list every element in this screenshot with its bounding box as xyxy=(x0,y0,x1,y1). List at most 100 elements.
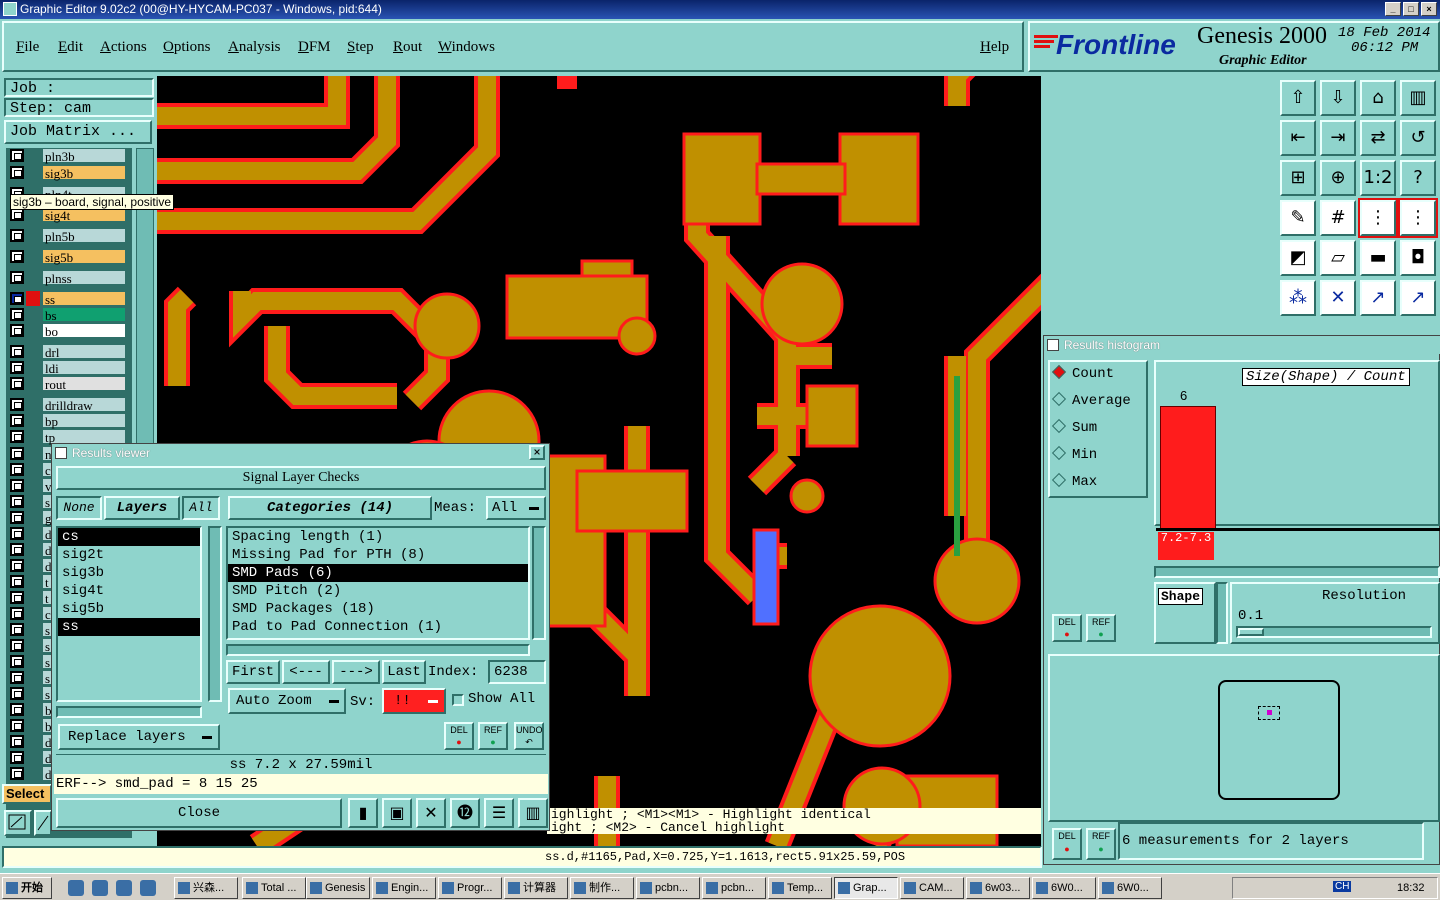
layer-row[interactable]: plnss xyxy=(8,270,126,286)
pan-tool-button[interactable] xyxy=(34,810,52,836)
category-list[interactable]: Spacing length (1) Missing Pad for PTH (… xyxy=(226,526,530,640)
list-item[interactable]: sig4t xyxy=(58,582,200,600)
layer-checkbox[interactable] xyxy=(10,575,24,588)
menu-step[interactable]: Step xyxy=(347,39,374,56)
taskbar-item[interactable]: Grap... xyxy=(834,877,898,899)
option-max[interactable]: Max xyxy=(1051,472,1097,490)
option-sum[interactable]: Sum xyxy=(1051,418,1097,436)
category-list-scrollbar[interactable] xyxy=(532,526,546,640)
graph-tool-button[interactable]: ⁂ xyxy=(1280,280,1316,316)
category-list-hscrollbar[interactable] xyxy=(226,644,530,656)
layer-name[interactable]: sig3b xyxy=(42,165,126,181)
list-item[interactable]: Pad to Pad Connection (1) xyxy=(228,618,528,636)
severity-select[interactable]: !! xyxy=(382,688,446,714)
summary-ref-button[interactable]: REF ● xyxy=(1086,828,1116,860)
flip-tool-button[interactable]: ↺ xyxy=(1400,120,1436,156)
layer-checkbox[interactable] xyxy=(10,398,24,411)
histogram-bar[interactable] xyxy=(1160,406,1216,530)
layer-checkbox[interactable] xyxy=(10,414,24,427)
layer-row[interactable]: pln3b xyxy=(8,148,126,164)
layer-row[interactable]: drilldraw xyxy=(8,397,126,413)
show-all-checkbox[interactable] xyxy=(452,694,464,706)
layer-checkbox[interactable] xyxy=(10,430,24,443)
layer-name[interactable]: bo xyxy=(42,323,126,339)
taskbar-item[interactable]: Genesis xyxy=(306,877,370,899)
layer-checkbox[interactable] xyxy=(10,767,24,780)
center-tool-button[interactable]: ⊕ xyxy=(1320,160,1356,196)
language-indicator[interactable]: CH xyxy=(1333,881,1352,892)
last-button[interactable]: Last xyxy=(382,660,426,684)
layer-row[interactable]: sig5b xyxy=(8,249,126,265)
meas-select[interactable]: All xyxy=(486,496,546,520)
probe-tool-button[interactable]: ↗ xyxy=(1400,280,1436,316)
taskbar-item[interactable]: CAM... xyxy=(900,877,964,899)
close-window-button[interactable]: × xyxy=(1421,2,1437,16)
clear-button[interactable]: ✕ xyxy=(416,798,446,828)
layer-checkbox[interactable] xyxy=(10,719,24,732)
cross-tool-button[interactable]: ✕ xyxy=(1320,280,1356,316)
layer-checkbox[interactable] xyxy=(10,479,24,492)
menu-rout[interactable]: Rout xyxy=(393,39,422,56)
taskbar-item[interactable]: Progr... xyxy=(438,877,502,899)
menu-edit[interactable]: Edit xyxy=(58,39,83,56)
minimize-button[interactable]: _ xyxy=(1385,2,1401,16)
taskbar-item[interactable]: 6w03... xyxy=(966,877,1030,899)
layer-name[interactable]: drl xyxy=(42,344,126,360)
radio-icon[interactable] xyxy=(1051,472,1067,488)
taskbar-item[interactable]: 兴森... xyxy=(174,877,238,899)
swap-tool-button[interactable]: ⇄ xyxy=(1360,120,1396,156)
layer-checkbox[interactable] xyxy=(10,655,24,668)
edit-icon[interactable] xyxy=(116,880,132,896)
layer-highlight-button[interactable]: ▮ xyxy=(348,798,378,828)
replace-layers-select[interactable]: Replace layers xyxy=(58,724,220,750)
layer-checkbox[interactable] xyxy=(10,149,24,162)
layer-row[interactable]: rout xyxy=(8,376,126,392)
layer-checkbox[interactable] xyxy=(10,527,24,540)
layer-name[interactable]: ss xyxy=(42,291,126,307)
zoom-tool-button[interactable] xyxy=(4,810,32,836)
job-matrix-button[interactable]: Job Matrix ... xyxy=(4,120,152,144)
list-item[interactable]: Spacing length (1) xyxy=(228,528,528,546)
index-input[interactable]: 6238 xyxy=(488,660,546,684)
radio-icon[interactable] xyxy=(1051,418,1067,434)
layer-row[interactable]: ss xyxy=(8,291,126,307)
layer-checkbox[interactable] xyxy=(10,703,24,716)
start-button[interactable]: 开始 xyxy=(2,877,52,899)
layer-name[interactable]: rout xyxy=(42,376,126,392)
list-item[interactable]: ss xyxy=(58,618,200,636)
layer-checkbox[interactable] xyxy=(10,250,24,263)
taskbar-item[interactable]: 制作... xyxy=(570,877,634,899)
layer-checkbox[interactable] xyxy=(10,607,24,620)
menu-options[interactable]: Options xyxy=(163,39,211,56)
step-back-tool-button[interactable]: ⇤ xyxy=(1280,120,1316,156)
brush-tool-button[interactable]: ✎ xyxy=(1280,200,1316,236)
layer-name[interactable]: ldi xyxy=(42,360,126,376)
layer-checkbox[interactable] xyxy=(10,671,24,684)
layer-results-list[interactable]: cs sig2t sig3b sig4t sig5b ss xyxy=(56,526,202,702)
close-button[interactable]: Close xyxy=(56,798,342,828)
layer-row[interactable]: pln5b xyxy=(8,228,126,244)
layer-row[interactable]: tp xyxy=(8,429,126,445)
help-tool-button[interactable]: ? xyxy=(1400,160,1436,196)
layer-checkbox[interactable] xyxy=(10,623,24,636)
radio-icon[interactable] xyxy=(1051,391,1067,407)
layer-name[interactable]: sig5b xyxy=(42,249,126,265)
layer-checkbox[interactable] xyxy=(10,639,24,652)
grid-tool-button[interactable]: # xyxy=(1320,200,1356,236)
list-item[interactable]: SMD Pitch (2) xyxy=(228,582,528,600)
layout-tool-button[interactable]: ▥ xyxy=(1400,80,1436,116)
layer-checkbox[interactable] xyxy=(10,377,24,390)
next-button[interactable]: ---> xyxy=(332,660,380,684)
menu-windows[interactable]: Windows xyxy=(438,39,495,56)
layer-name[interactable]: bs xyxy=(42,307,126,323)
resolution-slider[interactable] xyxy=(1236,626,1432,638)
summary-del-button[interactable]: DEL ● xyxy=(1052,828,1082,860)
taskbar-item[interactable]: pcbn... xyxy=(636,877,700,899)
close-icon[interactable]: × xyxy=(529,445,545,460)
layer-checkbox[interactable] xyxy=(10,308,24,321)
option-min[interactable]: Min xyxy=(1051,445,1097,463)
layer-row[interactable]: drl xyxy=(8,344,126,360)
radio-icon[interactable] xyxy=(1051,445,1067,461)
undo-button[interactable]: UNDO ↶ xyxy=(514,722,544,750)
layer-checkbox[interactable] xyxy=(10,751,24,764)
